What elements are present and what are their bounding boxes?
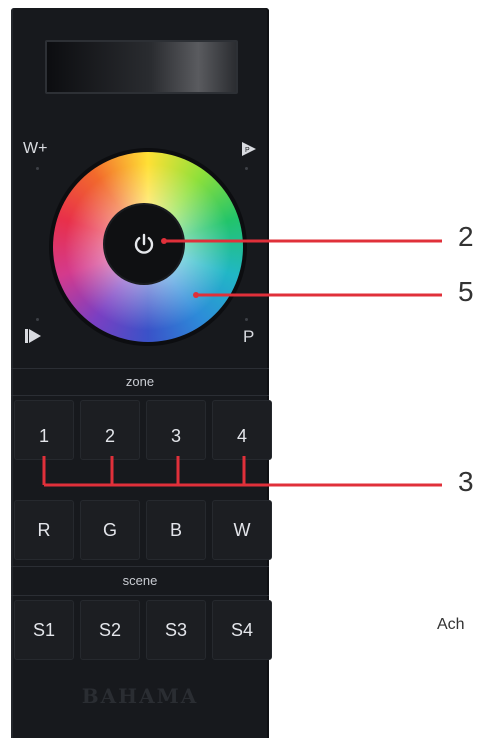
callout-number-5: 5 bbox=[458, 276, 474, 307]
callout-number-3: 3 bbox=[458, 466, 474, 497]
callout-number-2: 2 bbox=[458, 221, 474, 252]
callout-lines bbox=[42, 238, 442, 487]
side-caption: Ach bbox=[437, 616, 465, 633]
